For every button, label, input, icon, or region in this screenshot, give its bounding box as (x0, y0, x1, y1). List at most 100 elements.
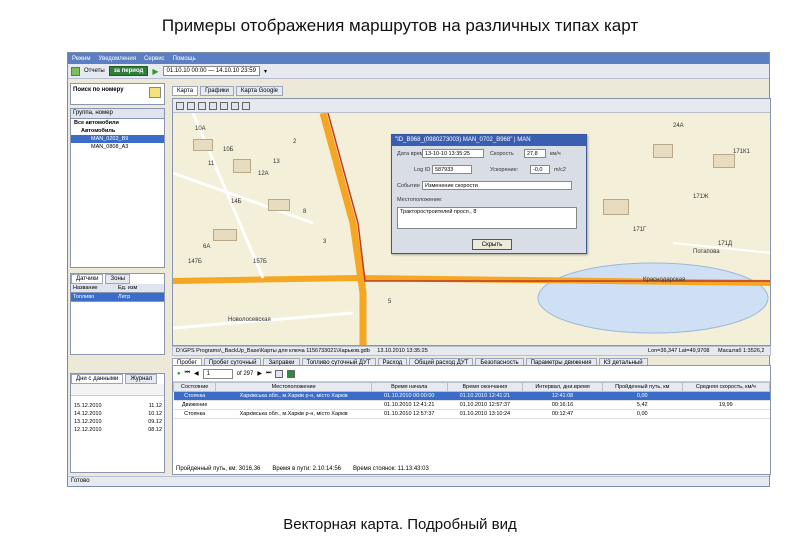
map-file-path: D:\GPS Programs\_BackUp_Base\Карты для к… (176, 348, 370, 354)
sensor-name: Топливо (73, 294, 95, 300)
zoom-in-icon[interactable] (176, 101, 184, 110)
map-label: 5 (388, 299, 392, 305)
speed-unit: км/ч (550, 151, 561, 157)
map-view[interactable]: 10A 10Б 12A 14Б 24A 171К1 171Ж 171Г 171Д… (172, 98, 771, 346)
pager: ● ⏮ ◀ 1 of 297 ▶ ⏭ (173, 366, 770, 382)
tab-google-map[interactable]: Карта Google (235, 86, 283, 96)
reports-label[interactable]: Отчеты (84, 68, 105, 74)
app-window: Режим Уведомления Сервис Помощь Отчеты з… (67, 52, 771, 487)
table-row[interactable]: Стоянка Харківська обл., м.Харків р-н, мі… (173, 409, 770, 419)
table-row[interactable]: Стоянка Харківська обл., м.Харків р-н, мі… (173, 391, 770, 401)
menu-help[interactable]: Помощь (173, 56, 196, 62)
print-icon[interactable] (242, 101, 250, 110)
excel-icon[interactable] (287, 369, 296, 378)
sensor-unit: Литр (118, 294, 131, 300)
sensors-tabs: Датчики Зоны (71, 274, 164, 284)
tab-sensors[interactable]: Датчики (71, 274, 104, 284)
street-label: Потапова (693, 249, 720, 255)
measure-icon[interactable] (209, 101, 217, 110)
sensors-panel: Датчики Зоны Название Ед. изм Топливо Ли… (70, 273, 165, 355)
search-panel: Поиск по номеру (70, 83, 165, 105)
event-label: Событие (397, 183, 420, 189)
vehicle-tree: Группа, номер Все автомобили Автомобиль … (70, 108, 165, 268)
col-start: Время начала (370, 382, 448, 392)
col-location: Местоположение (215, 382, 372, 392)
event-field: Изменение скорости (422, 181, 572, 190)
location-field: Тракторостроителей просп., 8 (397, 207, 577, 229)
map-label: 171К1 (733, 149, 750, 155)
map-label: 24A (673, 123, 684, 129)
map-label: 13 (273, 159, 280, 165)
summary-distance: Пройденный путь, км: 3016,36 (176, 466, 261, 472)
street-label: Новолосевская (228, 317, 271, 323)
summary-moving-time: Время в пути: 2.10:14:56 (272, 466, 341, 472)
accel-label: Ускорение: (490, 167, 519, 173)
col-name: Название (73, 285, 98, 291)
map-statusbar: D:\GPS Programs\_BackUp_Base\Карты для к… (172, 346, 771, 356)
first-page-icon[interactable]: ⏮ (185, 370, 190, 377)
sensors-grid-head: Название Ед. изм (71, 284, 164, 293)
zoom-out-icon[interactable] (187, 101, 195, 110)
slide-title: Примеры отображения маршрутов на различн… (161, 16, 639, 35)
dialog-title: "ID_B968_(0980273003) MAN_0702_B968" | M… (392, 135, 586, 146)
close-dialog-button[interactable]: Скрыть (472, 239, 512, 250)
time-field: 13-10-10 13:35:25 (422, 149, 484, 158)
tree-row-vehicle[interactable]: MAN_0808_A3 (71, 143, 164, 151)
map-label: 10A (195, 126, 206, 132)
tab-zones[interactable]: Зоны (105, 274, 131, 284)
map-date: 13.10.2010 13:35:25 (377, 348, 428, 354)
prev-page-icon[interactable]: ◀ (194, 370, 199, 377)
day-row[interactable]: 13.12.2010 09.12 (71, 418, 164, 426)
table-row[interactable]: Движение 01.10.2010 12:41:21 01.10.2010 12… (173, 400, 770, 410)
play-icon[interactable]: ▶ (152, 67, 158, 76)
tree-header: Группа, номер (71, 109, 164, 119)
next-page-icon[interactable]: ▶ (257, 370, 262, 377)
date-range-field[interactable]: 01.10.10 00:00 — 14.10.10 23:59 (162, 66, 260, 76)
search-icon[interactable] (149, 87, 161, 98)
speed-label: Скорость (490, 151, 514, 157)
col-distance: Пройденный путь, км (601, 382, 683, 392)
accel-unit: m/c2 (554, 167, 566, 173)
reports-icon[interactable] (71, 66, 80, 76)
tab-map[interactable]: Карта (172, 86, 199, 96)
day-row[interactable]: 14.12.2010 10.12 (71, 410, 164, 418)
period-button[interactable]: за период (108, 66, 149, 76)
toolbar: Отчеты за период ▶ 01.10.10 00:00 — 14.1… (68, 64, 769, 79)
tree-row-all[interactable]: Все автомобили (71, 119, 164, 127)
days-tabs: Дни с данными Журнал (71, 374, 164, 384)
day-row[interactable]: 15.12.2010 11.12 (71, 402, 164, 410)
map-label: 171Д (718, 241, 733, 247)
layers-icon[interactable] (231, 101, 239, 110)
map-coords: Lon=36,347 Lat=49,9708 (648, 348, 710, 354)
tree-row-group[interactable]: Автомобиль (71, 127, 164, 135)
menu-mode[interactable]: Режим (72, 56, 91, 62)
map-label: 6A (203, 244, 211, 250)
days-filter[interactable] (71, 384, 164, 396)
menu-service[interactable]: Сервис (144, 56, 165, 62)
tab-journal[interactable]: Журнал (125, 374, 158, 384)
report-grid: ● ⏮ ◀ 1 of 297 ▶ ⏭ Состояние Местоположе… (172, 365, 771, 475)
print-icon[interactable] (275, 369, 284, 378)
page-input[interactable]: 1 (202, 368, 233, 379)
dropdown-chevron-icon[interactable]: ▾ (264, 68, 267, 75)
menu-notifications[interactable]: Уведомления (99, 56, 137, 62)
accel-field: -0,0 (530, 165, 550, 174)
day-row[interactable]: 12.12.2010 08.12 (71, 426, 164, 434)
tree-row-vehicle[interactable]: MAN_0202_B9 (71, 135, 164, 143)
status-bar: Готово (68, 476, 769, 486)
lake (537, 262, 769, 334)
pan-icon[interactable] (198, 101, 206, 110)
map-tabs: Карта Графики Карта Google (172, 86, 283, 96)
tab-days[interactable]: Дни с данными (71, 374, 124, 384)
refresh-icon[interactable]: ● (177, 371, 181, 377)
col-state: Состояние (172, 382, 217, 392)
map-label: 2 (293, 139, 297, 145)
last-page-icon[interactable]: ⏭ (266, 370, 271, 377)
col-avg-speed: Средняя скорость, км/ч (681, 382, 771, 392)
sensor-row[interactable]: Топливо Литр (71, 293, 164, 302)
info-icon[interactable] (220, 101, 228, 110)
map-label: 3 (323, 239, 327, 245)
tab-charts[interactable]: Графики (200, 86, 234, 96)
street-label: Краснодарская (643, 277, 686, 283)
slide-caption: Векторная карта. Подробный вид (283, 516, 517, 533)
